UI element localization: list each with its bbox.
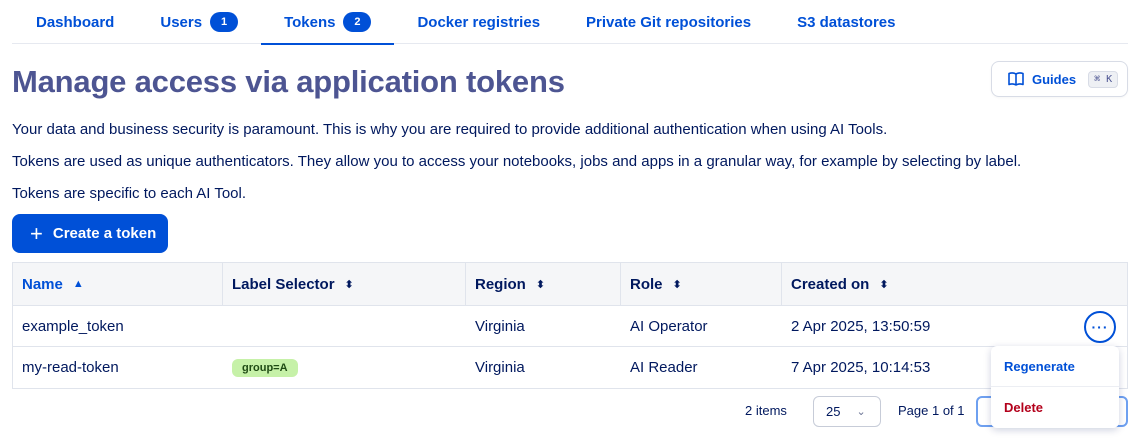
column-header-label: Label Selector xyxy=(232,275,335,293)
table-row: my-read-token group=A Virginia AI Reader… xyxy=(13,347,1127,388)
cell-region: Virginia xyxy=(475,317,525,335)
column-header-label: Name xyxy=(22,275,63,293)
tab-label: Docker registries xyxy=(417,13,541,31)
tab-label: Dashboard xyxy=(36,13,115,31)
page-info: Page 1 of 1 xyxy=(898,403,965,418)
tab-label: Users xyxy=(160,13,203,31)
cell-created-on: 2 Apr 2025, 13:50:59 xyxy=(791,317,931,335)
table-row: example_token Virginia AI Operator 2 Apr… xyxy=(13,306,1127,347)
tab-label: S3 datastores xyxy=(797,13,896,31)
sort-icon: ⬍ xyxy=(344,278,354,291)
chevron-down-icon: ⌄ xyxy=(856,406,866,418)
sort-icon: ⬍ xyxy=(672,278,682,291)
page-size-select[interactable]: 25 ⌄ xyxy=(813,396,881,427)
column-header-label-selector[interactable]: Label Selector ⬍ xyxy=(223,263,466,305)
menu-item-delete[interactable]: Delete xyxy=(991,387,1119,428)
column-header-region[interactable]: Region ⬍ xyxy=(466,263,621,305)
tab-dashboard[interactable]: Dashboard xyxy=(12,0,137,44)
tab-label: Tokens xyxy=(284,13,336,31)
tab-users[interactable]: Users 1 xyxy=(137,0,261,44)
sort-ascending-icon: ▲ xyxy=(72,278,84,290)
row-actions-menu: Regenerate Delete xyxy=(991,346,1119,428)
column-header-label: Created on xyxy=(791,275,870,293)
table-header: Name ▲ Label Selector ⬍ Region ⬍ Role ⬍ … xyxy=(13,263,1127,306)
column-header-label: Role xyxy=(630,275,663,293)
tab-label: Private Git repositories xyxy=(586,13,752,31)
create-token-label: Create a token xyxy=(52,225,157,242)
column-header-label: Region xyxy=(475,275,526,293)
column-header-role[interactable]: Role ⬍ xyxy=(621,263,782,305)
tab-count-badge: 1 xyxy=(210,12,239,32)
column-header-created-on[interactable]: Created on ⬍ xyxy=(782,263,1127,305)
menu-item-regenerate[interactable]: Regenerate xyxy=(991,346,1119,387)
cell-region: Virginia xyxy=(475,359,525,376)
page-size-value: 25 xyxy=(826,404,841,419)
sort-icon: ⬍ xyxy=(535,278,546,291)
intro-paragraph-security: Your data and business security is param… xyxy=(12,121,888,138)
cell-role: AI Reader xyxy=(630,359,698,376)
tab-tokens[interactable]: Tokens 2 xyxy=(261,0,395,45)
guides-button[interactable]: Guides ⌘ K xyxy=(991,61,1128,97)
cell-role: AI Operator xyxy=(630,317,708,335)
intro-paragraph-specific: Tokens are specific to each AI Tool. xyxy=(12,185,247,202)
book-icon xyxy=(1008,72,1024,86)
page-title: Manage access via application tokens xyxy=(12,64,565,99)
keyboard-shortcut-hint: ⌘ K xyxy=(1088,70,1119,88)
plus-icon: + xyxy=(30,220,43,246)
sort-icon: ⬍ xyxy=(879,278,889,291)
tokens-table: Name ▲ Label Selector ⬍ Region ⬍ Role ⬍ … xyxy=(12,262,1128,389)
items-count: 2 items xyxy=(745,403,787,418)
create-token-button[interactable]: + Create a token xyxy=(12,214,168,253)
tab-bar: Dashboard Users 1 Tokens 2 Docker registri… xyxy=(12,0,1128,45)
row-actions-button[interactable]: ··· xyxy=(1084,311,1116,343)
guides-label: Guides xyxy=(1032,71,1077,87)
cell-label-selector: group=A xyxy=(223,358,466,377)
cell-name: example_token xyxy=(22,317,124,335)
tab-count-badge: 2 xyxy=(343,12,372,32)
intro-paragraph-tokens: Tokens are used as unique authenticators… xyxy=(12,153,1022,170)
tab-docker-registries[interactable]: Docker registries xyxy=(394,0,563,44)
tab-private-git-repositories[interactable]: Private Git repositories xyxy=(563,0,774,44)
cell-name: my-read-token xyxy=(22,359,119,376)
column-header-name[interactable]: Name ▲ xyxy=(13,263,223,305)
label-chip: group=A xyxy=(232,359,298,377)
more-horizontal-icon: ··· xyxy=(1091,319,1109,335)
tab-s3-datastores[interactable]: S3 datastores xyxy=(774,0,918,44)
